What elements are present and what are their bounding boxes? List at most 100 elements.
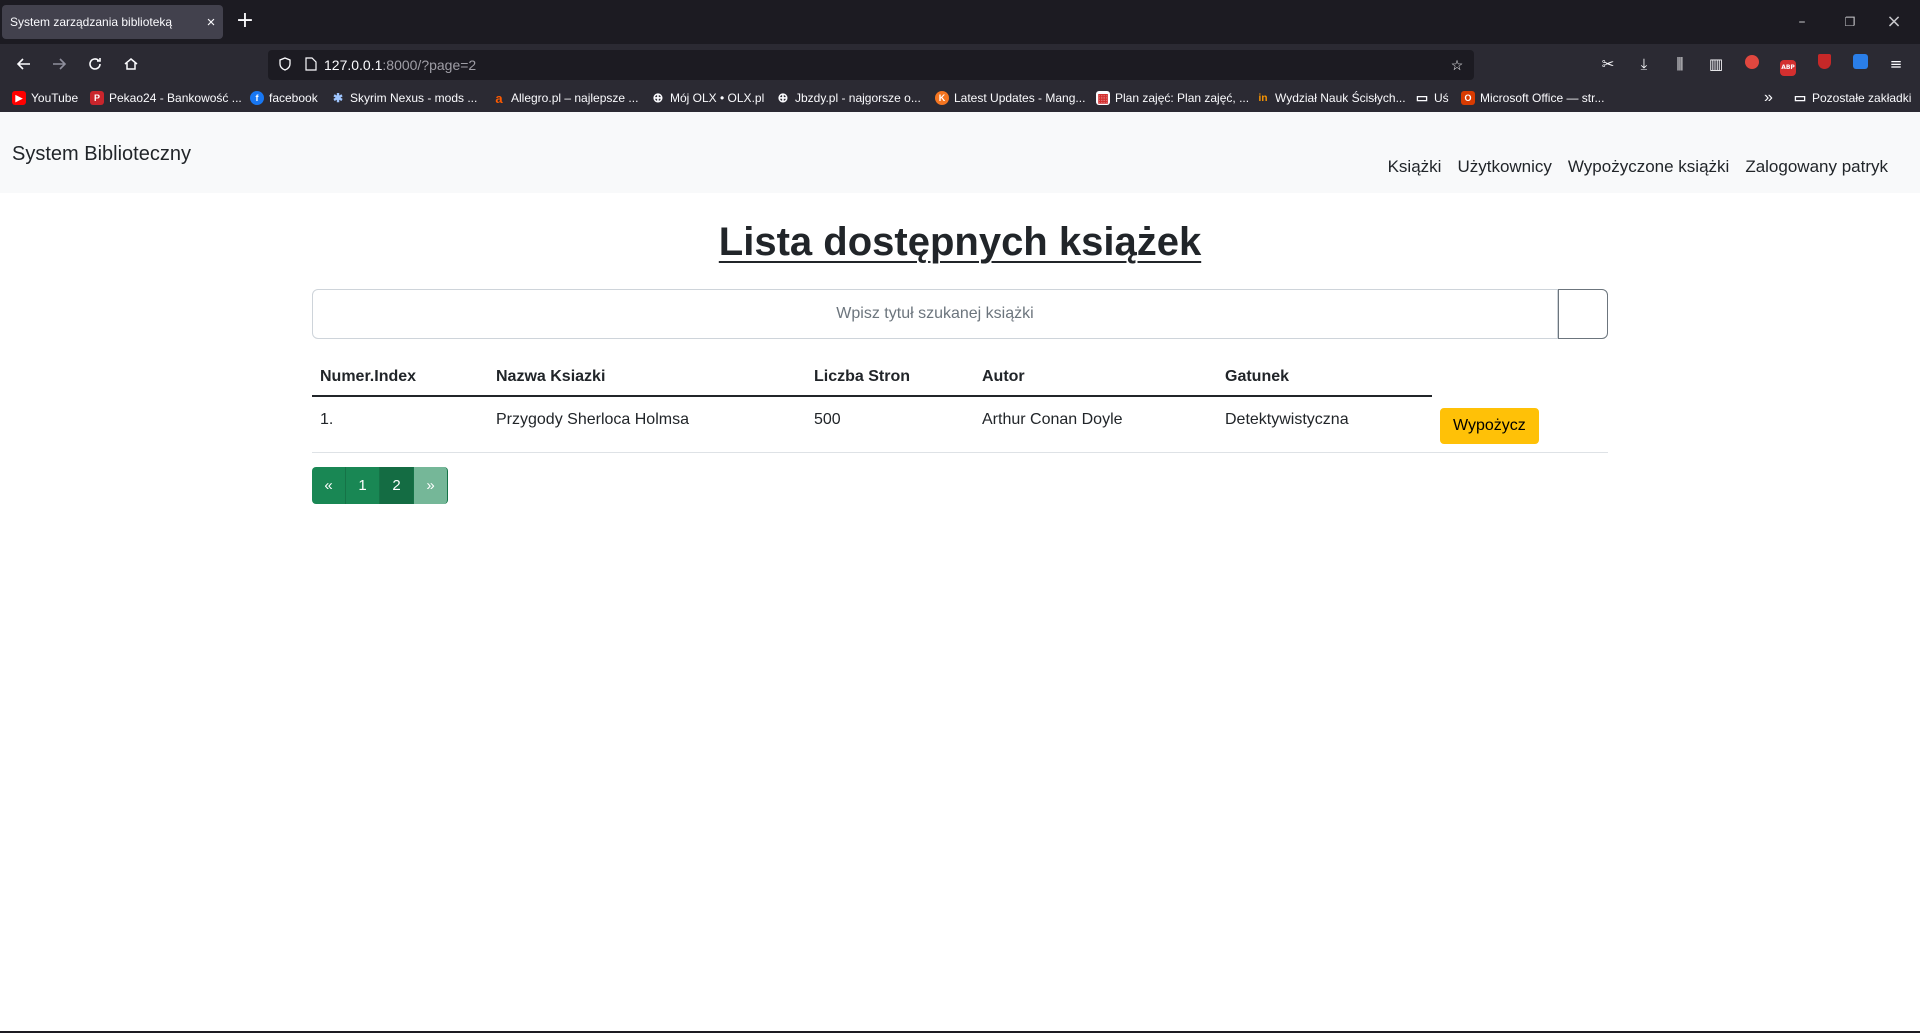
reload-icon[interactable] bbox=[79, 50, 111, 78]
cell-genre: Detektywistyczna bbox=[1217, 396, 1432, 453]
globe-icon: ⊕ bbox=[776, 90, 790, 105]
bookmark-plan[interactable]: ▦ Plan zajęć: Plan zajęć, ... bbox=[1096, 89, 1249, 107]
header-name: Nazwa Ksiazki bbox=[488, 356, 806, 397]
url-path: :8000/?page=2 bbox=[382, 57, 477, 73]
bookmark-wns[interactable]: in Wydział Nauk Ścisłych... bbox=[1256, 89, 1406, 107]
library-icon[interactable]: ⫼ bbox=[1668, 52, 1692, 76]
header-index: Numer.Index bbox=[312, 356, 488, 397]
bookmark-youtube[interactable]: ▶ YouTube bbox=[12, 89, 78, 107]
bookmark-label: Allegro.pl – najlepsze ... bbox=[511, 91, 639, 105]
browser-tab-bar: System zarządzania biblioteką × + – ❐ × bbox=[0, 0, 1920, 44]
site-nav-links: Książki Użytkownicy Wypożyczone książki … bbox=[1388, 157, 1888, 177]
shield-icon[interactable] bbox=[272, 56, 298, 74]
plan-icon: ▦ bbox=[1096, 91, 1110, 105]
cell-pages: 500 bbox=[806, 396, 974, 453]
browser-tab[interactable]: System zarządzania biblioteką × bbox=[2, 5, 223, 39]
header-author: Autor bbox=[974, 356, 1217, 397]
pagination-page-2[interactable]: 2 bbox=[380, 467, 414, 504]
pagination-page-1[interactable]: 1 bbox=[346, 467, 380, 504]
pagination-prev[interactable]: « bbox=[312, 467, 346, 504]
cell-index: 1. bbox=[312, 396, 488, 453]
extension-red-icon[interactable] bbox=[1740, 52, 1764, 76]
search-form bbox=[312, 289, 1608, 339]
folder-icon: ▭ bbox=[1415, 90, 1429, 105]
bookmark-label: Pekao24 - Bankowość ... bbox=[109, 91, 242, 105]
site-brand[interactable]: System Biblioteczny bbox=[12, 143, 191, 166]
bookmark-star-icon[interactable]: ☆ bbox=[1444, 57, 1470, 74]
cell-name: Przygody Sherloca Holmsa bbox=[488, 396, 806, 453]
reader-view-icon[interactable]: ▥ bbox=[1704, 52, 1728, 76]
search-input[interactable] bbox=[312, 289, 1558, 339]
bookmark-label: facebook bbox=[269, 91, 318, 105]
bookmark-label: YouTube bbox=[31, 91, 79, 105]
books-table: Numer.Index Nazwa Ksiazki Liczba Stron A… bbox=[312, 356, 1608, 453]
youtube-icon: ▶ bbox=[12, 91, 26, 105]
address-bar[interactable]: 127.0.0.1:8000/?page=2 ☆ bbox=[268, 50, 1474, 80]
globe-icon: ⊕ bbox=[651, 90, 665, 105]
cell-action: Wypożycz bbox=[1432, 396, 1608, 453]
facebook-icon: f bbox=[250, 91, 264, 105]
bookmarks-bar: ▶ YouTube P Pekao24 - Bankowość ... f faceb… bbox=[0, 84, 1920, 112]
back-icon[interactable] bbox=[8, 50, 40, 78]
page-title: Lista dostępnych książek bbox=[718, 220, 1202, 264]
bookmark-label: Uś bbox=[1434, 91, 1449, 105]
new-tab-button[interactable]: + bbox=[232, 9, 258, 35]
table-header-row: Numer.Index Nazwa Ksiazki Liczba Stron A… bbox=[312, 356, 1608, 397]
folder-icon: ▭ bbox=[1793, 90, 1807, 105]
search-button[interactable] bbox=[1558, 289, 1608, 339]
pagination: « 1 2 » bbox=[312, 467, 448, 504]
translate-icon[interactable] bbox=[1848, 52, 1872, 76]
close-window-button[interactable]: × bbox=[1872, 8, 1916, 36]
wns-icon: in bbox=[1256, 91, 1270, 105]
cell-author: Arthur Conan Doyle bbox=[974, 396, 1217, 453]
bookmark-jbzdy[interactable]: ⊕ Jbzdy.pl - najgorsze o... bbox=[776, 89, 921, 107]
header-genre: Gatunek bbox=[1217, 356, 1432, 397]
bookmark-label: Wydział Nauk Ścisłych... bbox=[1275, 91, 1406, 105]
bookmark-olx[interactable]: ⊕ Mój OLX • OLX.pl bbox=[651, 89, 764, 107]
bookmark-label: Mój OLX • OLX.pl bbox=[670, 91, 765, 105]
bookmark-label: Plan zajęć: Plan zajęć, ... bbox=[1115, 91, 1250, 105]
other-bookmarks[interactable]: ▭ Pozostałe zakładki bbox=[1793, 89, 1911, 107]
bookmark-nexus[interactable]: ✱ Skyrim Nexus - mods ... bbox=[331, 89, 477, 107]
bookmark-pekao[interactable]: P Pekao24 - Bankowość ... bbox=[90, 89, 242, 107]
pekao-icon: P bbox=[90, 91, 104, 105]
url-host: 127.0.0.1 bbox=[324, 57, 383, 73]
header-pages: Liczba Stron bbox=[806, 356, 974, 397]
borrow-button[interactable]: Wypożycz bbox=[1440, 408, 1539, 444]
nav-link-books[interactable]: Książki bbox=[1388, 157, 1442, 177]
download-icon[interactable]: ⤓ bbox=[1632, 52, 1656, 76]
adblock-icon[interactable]: ABP bbox=[1776, 52, 1800, 76]
chevron-more-icon[interactable]: » bbox=[1764, 89, 1773, 107]
manga-icon: K bbox=[935, 91, 949, 105]
pagination-next: » bbox=[414, 467, 448, 504]
bookmark-label: Jbzdy.pl - najgorsze o... bbox=[795, 91, 921, 105]
allegro-icon: a bbox=[492, 91, 506, 106]
bookmark-manga[interactable]: K Latest Updates - Mang... bbox=[935, 89, 1085, 107]
site-navbar: System Biblioteczny Książki Użytkownicy … bbox=[0, 112, 1920, 193]
minimize-button[interactable]: – bbox=[1780, 8, 1824, 36]
home-icon[interactable] bbox=[115, 50, 147, 78]
nav-link-borrowed[interactable]: Wypożyczone książki bbox=[1568, 157, 1729, 177]
nav-link-users[interactable]: Użytkownicy bbox=[1457, 157, 1551, 177]
bookmark-label: Skyrim Nexus - mods ... bbox=[350, 91, 478, 105]
nav-link-logged-in-user[interactable]: Zalogowany patryk bbox=[1745, 157, 1888, 177]
bookmark-label: Microsoft Office — str... bbox=[1480, 91, 1605, 105]
tab-close-icon[interactable]: × bbox=[199, 14, 223, 31]
tab-title: System zarządzania biblioteką bbox=[10, 15, 173, 29]
menu-icon[interactable]: ≡ bbox=[1884, 52, 1908, 76]
other-bookmarks-label: Pozostałe zakładki bbox=[1812, 91, 1912, 105]
bookmark-allegro[interactable]: a Allegro.pl – najlepsze ... bbox=[492, 89, 638, 107]
nexus-icon: ✱ bbox=[331, 91, 345, 105]
bookmark-facebook[interactable]: f facebook bbox=[250, 89, 318, 107]
office-icon: O bbox=[1461, 91, 1475, 105]
bookmark-us-folder[interactable]: ▭ Uś bbox=[1415, 89, 1449, 107]
forward-icon[interactable] bbox=[43, 50, 75, 78]
page-icon[interactable] bbox=[298, 56, 324, 74]
bookmark-label: Latest Updates - Mang... bbox=[954, 91, 1086, 105]
restore-button[interactable]: ❐ bbox=[1828, 8, 1872, 36]
header-action bbox=[1432, 356, 1608, 396]
table-row: 1. Przygody Sherloca Holmsa 500 Arthur C… bbox=[312, 396, 1608, 453]
ublock-icon[interactable] bbox=[1812, 52, 1836, 76]
bookmark-office[interactable]: O Microsoft Office — str... bbox=[1461, 89, 1604, 107]
screenshot-icon[interactable]: ✂ bbox=[1596, 52, 1620, 76]
